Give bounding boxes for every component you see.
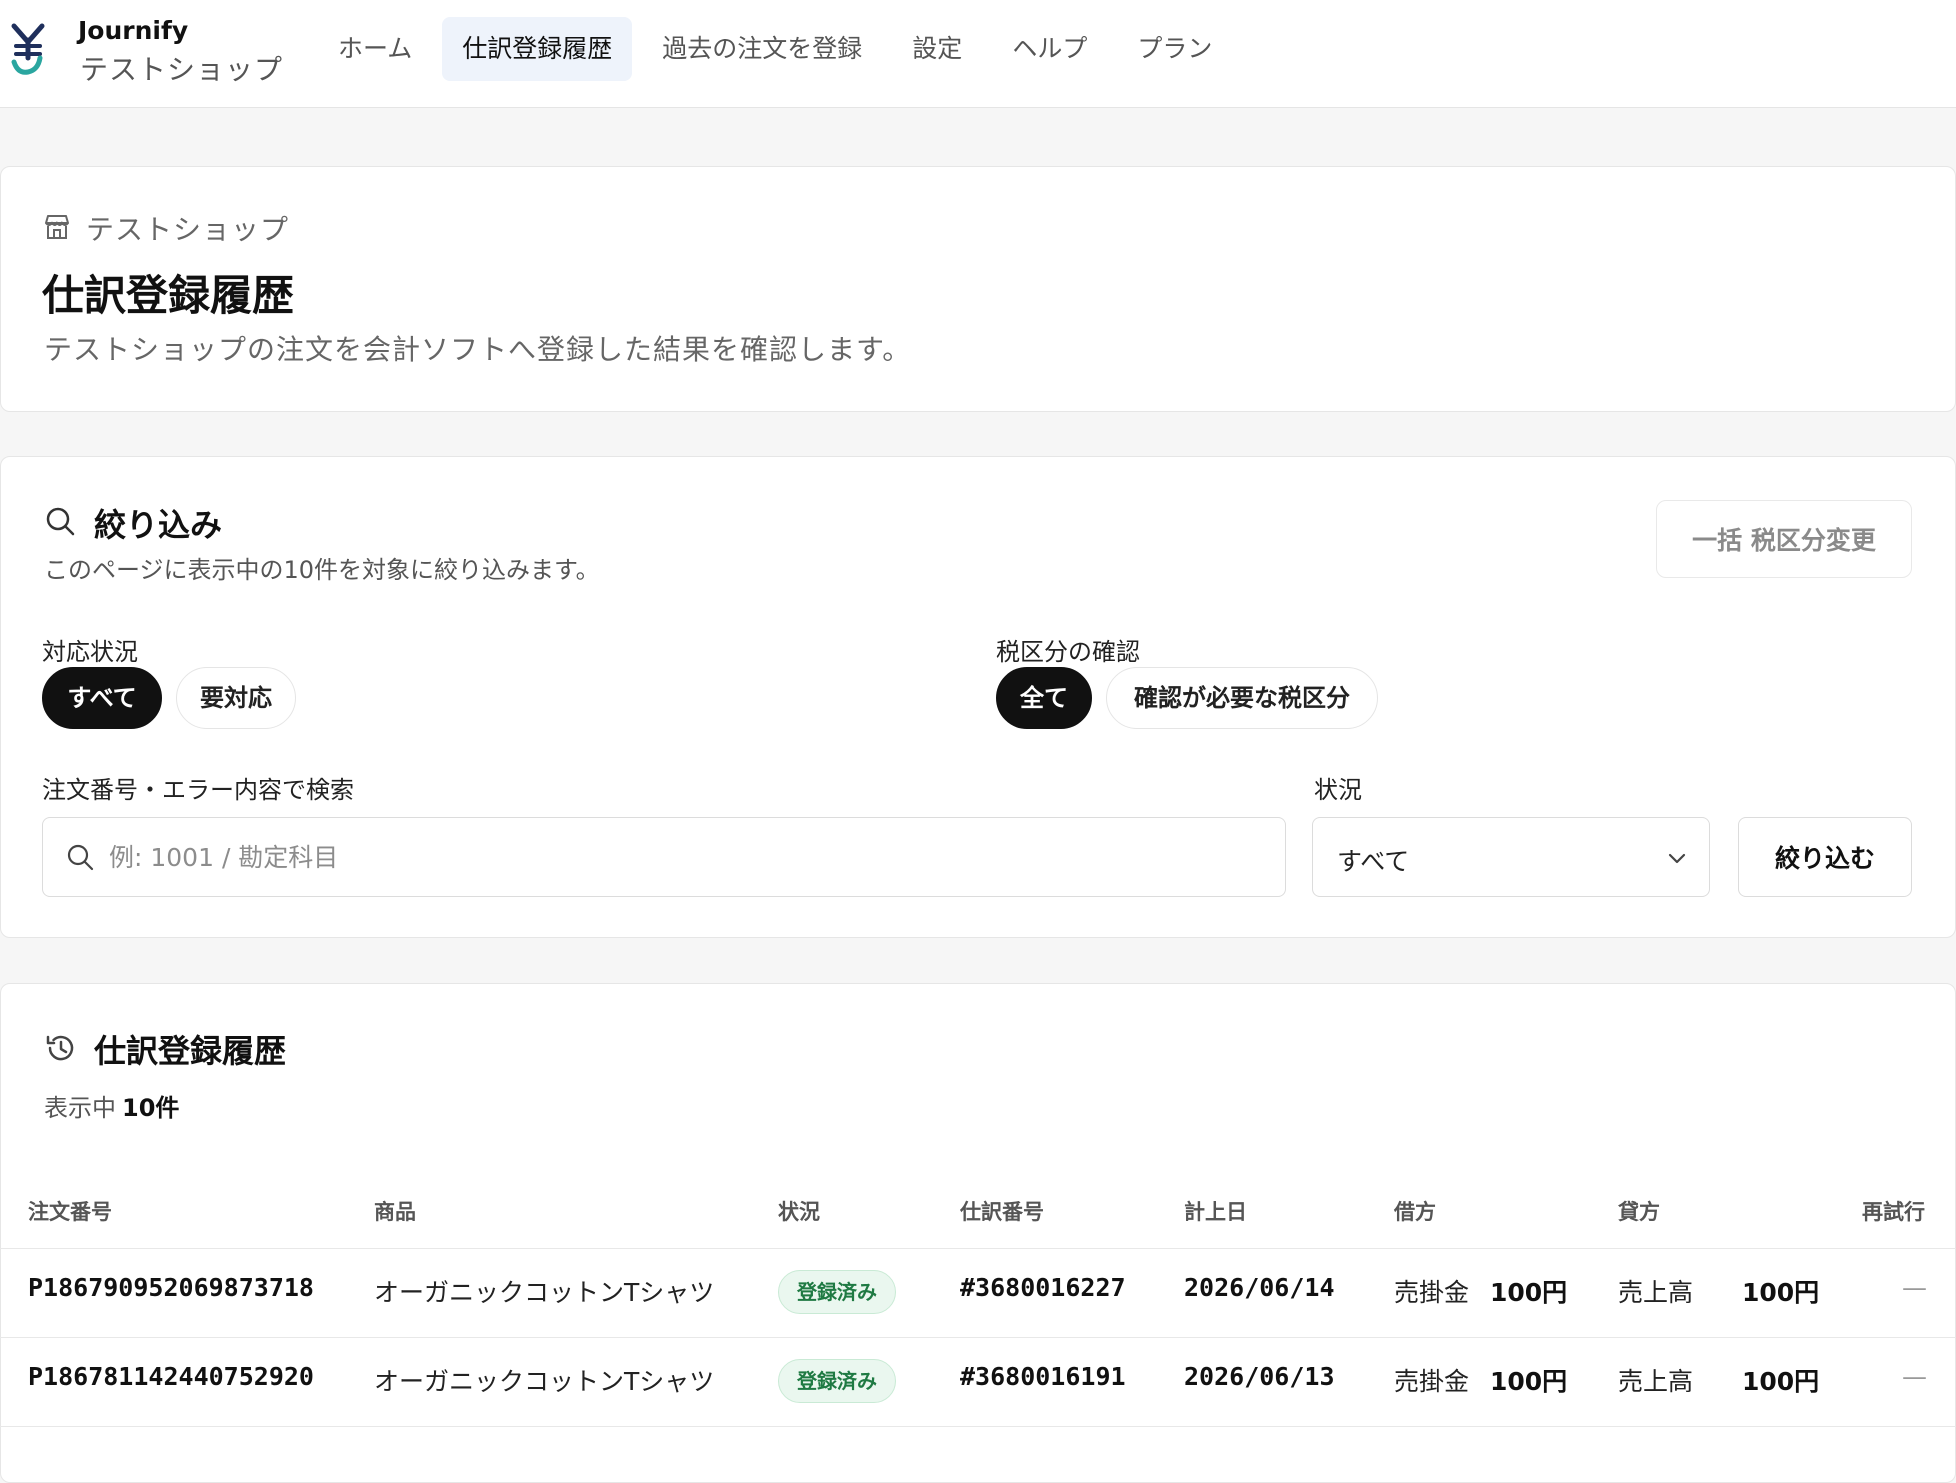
status-pill-all[interactable]: すべて bbox=[42, 667, 162, 729]
history-card bbox=[0, 983, 1956, 1483]
status-pill-needs-action[interactable]: 要対応 bbox=[176, 667, 296, 729]
debit-amount: 100円 bbox=[1490, 1278, 1568, 1307]
page-description: テストショップの注文を会計ソフトへ登録した結果を確認します。 bbox=[44, 333, 912, 366]
col-order-no: 注文番号 bbox=[28, 1200, 112, 1224]
page-title: 仕訳登録履歴 bbox=[42, 271, 295, 320]
col-journal-no: 仕訳番号 bbox=[960, 1200, 1044, 1224]
status-badge: 登録済み bbox=[778, 1270, 896, 1314]
status-badge: 登録済み bbox=[778, 1359, 896, 1403]
posting-date: 2026/06/14 bbox=[1184, 1273, 1335, 1302]
journal-number[interactable]: #3680016191 bbox=[960, 1362, 1126, 1391]
nav-item-register-past-orders[interactable]: 過去の注文を登録 bbox=[642, 17, 882, 81]
tax-pill-all[interactable]: 全て bbox=[996, 667, 1092, 729]
row-divider bbox=[0, 1337, 1956, 1338]
main-nav: ホーム 仕訳登録履歴 過去の注文を登録 設定 ヘルプ プラン bbox=[318, 17, 1242, 81]
debit-account: 売掛金 bbox=[1394, 1278, 1470, 1307]
nav-item-settings[interactable]: 設定 bbox=[892, 17, 982, 81]
brand-name: Journify bbox=[78, 16, 189, 45]
search-field[interactable] bbox=[42, 817, 1286, 897]
search-icon bbox=[67, 844, 94, 871]
filter-title: 絞り込み bbox=[94, 506, 223, 544]
store-label: テストショップ bbox=[86, 213, 290, 246]
product-name: オーガニックコットンTシャツ bbox=[374, 1278, 715, 1307]
debit-account: 売掛金 bbox=[1394, 1367, 1470, 1396]
credit-account: 売上高 bbox=[1618, 1367, 1694, 1396]
brand-shop-name: テストショップ bbox=[80, 53, 284, 86]
col-status: 状況 bbox=[778, 1200, 820, 1224]
journal-number[interactable]: #3680016227 bbox=[960, 1273, 1126, 1302]
order-number[interactable]: P186790952069873718 bbox=[28, 1273, 314, 1302]
credit-account: 売上高 bbox=[1618, 1278, 1694, 1307]
store-icon bbox=[45, 215, 69, 239]
filter-description: このページに表示中の10件を対象に絞り込みます。 bbox=[44, 556, 600, 584]
credit-amount: 100円 bbox=[1742, 1367, 1820, 1396]
history-icon bbox=[46, 1035, 74, 1061]
posting-date: 2026/06/13 bbox=[1184, 1362, 1335, 1391]
row-divider bbox=[0, 1248, 1956, 1249]
nav-item-journal-history[interactable]: 仕訳登録履歴 bbox=[442, 17, 633, 81]
nav-item-help[interactable]: ヘルプ bbox=[992, 17, 1107, 81]
history-count-value: 10件 bbox=[122, 1094, 180, 1122]
tax-pill-needs-check[interactable]: 確認が必要な税区分 bbox=[1106, 667, 1378, 729]
search-label: 注文番号・エラー内容で検索 bbox=[42, 776, 354, 804]
col-debit: 借方 bbox=[1394, 1200, 1436, 1224]
bulk-tax-change-button[interactable]: 一括 税区分変更 bbox=[1656, 500, 1912, 578]
col-retry: 再試行 bbox=[1862, 1200, 1925, 1224]
retry-placeholder: — bbox=[1902, 1362, 1927, 1391]
order-number[interactable]: P186781142440752920 bbox=[28, 1362, 314, 1391]
journify-logo-icon[interactable] bbox=[10, 22, 46, 76]
state-select[interactable]: すべて bbox=[1312, 817, 1710, 897]
state-select-value: すべて bbox=[1337, 847, 1410, 876]
credit-amount: 100円 bbox=[1742, 1278, 1820, 1307]
debit-amount: 100円 bbox=[1490, 1367, 1568, 1396]
history-count-prefix: 表示中 bbox=[44, 1094, 116, 1122]
nav-item-home[interactable]: ホーム bbox=[318, 17, 432, 81]
history-count: 表示中 10件 bbox=[44, 1088, 179, 1123]
tax-group-label: 税区分の確認 bbox=[996, 638, 1140, 666]
col-credit: 貸方 bbox=[1618, 1200, 1660, 1224]
status-group-label: 対応状況 bbox=[42, 638, 138, 666]
state-select-label: 状況 bbox=[1314, 776, 1362, 804]
col-date: 計上日 bbox=[1184, 1200, 1247, 1224]
retry-placeholder: — bbox=[1902, 1273, 1927, 1302]
apply-filter-button[interactable]: 絞り込む bbox=[1738, 817, 1912, 897]
top-bar: Journify テストショップ ホーム 仕訳登録履歴 過去の注文を登録 設定 … bbox=[0, 0, 1956, 108]
col-product: 商品 bbox=[374, 1200, 416, 1224]
row-divider bbox=[0, 1426, 1956, 1427]
history-title: 仕訳登録履歴 bbox=[94, 1032, 287, 1070]
chevron-down-icon bbox=[1668, 853, 1686, 864]
product-name: オーガニックコットンTシャツ bbox=[374, 1367, 715, 1396]
nav-item-plan[interactable]: プラン bbox=[1117, 17, 1232, 81]
search-input[interactable] bbox=[109, 820, 1269, 894]
search-icon bbox=[46, 507, 75, 536]
